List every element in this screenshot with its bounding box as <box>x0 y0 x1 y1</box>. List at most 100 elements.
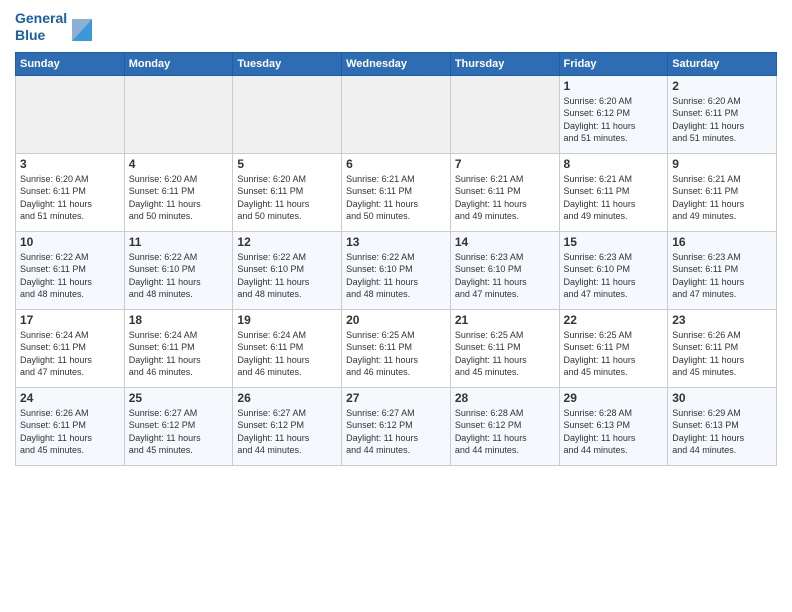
day-number: 9 <box>672 157 772 171</box>
day-info: Sunrise: 6:25 AM Sunset: 6:11 PM Dayligh… <box>564 329 664 379</box>
day-info: Sunrise: 6:20 AM Sunset: 6:11 PM Dayligh… <box>672 95 772 145</box>
header: GeneralBlue <box>15 10 777 44</box>
day-cell: 27Sunrise: 6:27 AM Sunset: 6:12 PM Dayli… <box>342 387 451 465</box>
day-number: 17 <box>20 313 120 327</box>
day-number: 16 <box>672 235 772 249</box>
day-number: 18 <box>129 313 229 327</box>
day-info: Sunrise: 6:27 AM Sunset: 6:12 PM Dayligh… <box>129 407 229 457</box>
day-cell: 23Sunrise: 6:26 AM Sunset: 6:11 PM Dayli… <box>668 309 777 387</box>
day-number: 7 <box>455 157 555 171</box>
day-info: Sunrise: 6:24 AM Sunset: 6:11 PM Dayligh… <box>129 329 229 379</box>
day-number: 22 <box>564 313 664 327</box>
day-cell: 5Sunrise: 6:20 AM Sunset: 6:11 PM Daylig… <box>233 153 342 231</box>
day-info: Sunrise: 6:25 AM Sunset: 6:11 PM Dayligh… <box>455 329 555 379</box>
day-cell: 22 Sunrise: 6:25 AM Sunset: 6:11 PM Dayli… <box>559 309 668 387</box>
day-cell: 24 Sunrise: 6:26 AM Sunset: 6:11 PM Dayli… <box>16 387 125 465</box>
day-number: 28 <box>455 391 555 405</box>
day-info: Sunrise: 6:28 AM Sunset: 6:13 PM Dayligh… <box>564 407 664 457</box>
weekday-header-tuesday: Tuesday <box>233 52 342 75</box>
day-number: 27 <box>346 391 446 405</box>
day-cell: 26Sunrise: 6:27 AM Sunset: 6:12 PM Dayli… <box>233 387 342 465</box>
day-info: Sunrise: 6:23 AM Sunset: 6:10 PM Dayligh… <box>455 251 555 301</box>
week-row-4: 17 Sunrise: 6:24 AM Sunset: 6:11 PM Dayli… <box>16 309 777 387</box>
weekday-header-monday: Monday <box>124 52 233 75</box>
calendar-page: GeneralBlue SundayMondayTuesdayWednesday… <box>0 0 792 612</box>
day-number: 29 <box>564 391 664 405</box>
day-cell: 17 Sunrise: 6:24 AM Sunset: 6:11 PM Dayli… <box>16 309 125 387</box>
day-cell: 16 Sunrise: 6:23 AM Sunset: 6:11 PM Dayli… <box>668 231 777 309</box>
day-cell: 30Sunrise: 6:29 AM Sunset: 6:13 PM Dayli… <box>668 387 777 465</box>
day-info: Sunrise: 6:25 AM Sunset: 6:11 PM Dayligh… <box>346 329 446 379</box>
day-number: 20 <box>346 313 446 327</box>
day-number: 12 <box>237 235 337 249</box>
week-row-1: 1 Sunrise: 6:20 AM Sunset: 6:12 PM Daylig… <box>16 75 777 153</box>
day-info: Sunrise: 6:24 AM Sunset: 6:11 PM Dayligh… <box>20 329 120 379</box>
day-info: Sunrise: 6:22 AM Sunset: 6:10 PM Dayligh… <box>237 251 337 301</box>
day-cell: 3 Sunrise: 6:20 AM Sunset: 6:11 PM Daylig… <box>16 153 125 231</box>
calendar-table: SundayMondayTuesdayWednesdayThursdayFrid… <box>15 52 777 466</box>
day-cell: 12 Sunrise: 6:22 AM Sunset: 6:10 PM Dayli… <box>233 231 342 309</box>
day-cell: 8Sunrise: 6:21 AM Sunset: 6:11 PM Daylig… <box>559 153 668 231</box>
day-info: Sunrise: 6:22 AM Sunset: 6:10 PM Dayligh… <box>346 251 446 301</box>
weekday-header-wednesday: Wednesday <box>342 52 451 75</box>
logo-icon <box>70 13 92 41</box>
day-number: 5 <box>237 157 337 171</box>
day-number: 3 <box>20 157 120 171</box>
day-number: 30 <box>672 391 772 405</box>
day-cell: 14 Sunrise: 6:23 AM Sunset: 6:10 PM Dayli… <box>450 231 559 309</box>
day-number: 14 <box>455 235 555 249</box>
day-cell: 21 Sunrise: 6:25 AM Sunset: 6:11 PM Dayli… <box>450 309 559 387</box>
weekday-header-friday: Friday <box>559 52 668 75</box>
weekday-header-sunday: Sunday <box>16 52 125 75</box>
day-number: 26 <box>237 391 337 405</box>
day-number: 13 <box>346 235 446 249</box>
day-info: Sunrise: 6:21 AM Sunset: 6:11 PM Dayligh… <box>455 173 555 223</box>
day-cell: 11Sunrise: 6:22 AM Sunset: 6:10 PM Dayli… <box>124 231 233 309</box>
weekday-header-saturday: Saturday <box>668 52 777 75</box>
day-cell: 20 Sunrise: 6:25 AM Sunset: 6:11 PM Dayli… <box>342 309 451 387</box>
day-number: 10 <box>20 235 120 249</box>
logo-text: GeneralBlue <box>15 10 67 44</box>
day-cell: 18 Sunrise: 6:24 AM Sunset: 6:11 PM Dayli… <box>124 309 233 387</box>
day-cell: 4 Sunrise: 6:20 AM Sunset: 6:11 PM Daylig… <box>124 153 233 231</box>
day-cell <box>16 75 125 153</box>
day-cell: 29 Sunrise: 6:28 AM Sunset: 6:13 PM Dayli… <box>559 387 668 465</box>
day-number: 24 <box>20 391 120 405</box>
day-cell <box>233 75 342 153</box>
day-cell: 2 Sunrise: 6:20 AM Sunset: 6:11 PM Daylig… <box>668 75 777 153</box>
week-row-3: 10Sunrise: 6:22 AM Sunset: 6:11 PM Dayli… <box>16 231 777 309</box>
day-number: 23 <box>672 313 772 327</box>
day-cell: 10Sunrise: 6:22 AM Sunset: 6:11 PM Dayli… <box>16 231 125 309</box>
day-number: 2 <box>672 79 772 93</box>
day-info: Sunrise: 6:24 AM Sunset: 6:11 PM Dayligh… <box>237 329 337 379</box>
day-number: 19 <box>237 313 337 327</box>
day-info: Sunrise: 6:20 AM Sunset: 6:11 PM Dayligh… <box>129 173 229 223</box>
day-number: 15 <box>564 235 664 249</box>
day-cell: 28 Sunrise: 6:28 AM Sunset: 6:12 PM Dayli… <box>450 387 559 465</box>
day-info: Sunrise: 6:20 AM Sunset: 6:12 PM Dayligh… <box>564 95 664 145</box>
day-cell: 25Sunrise: 6:27 AM Sunset: 6:12 PM Dayli… <box>124 387 233 465</box>
weekday-header-thursday: Thursday <box>450 52 559 75</box>
day-info: Sunrise: 6:28 AM Sunset: 6:12 PM Dayligh… <box>455 407 555 457</box>
day-info: Sunrise: 6:21 AM Sunset: 6:11 PM Dayligh… <box>672 173 772 223</box>
day-cell: 1 Sunrise: 6:20 AM Sunset: 6:12 PM Daylig… <box>559 75 668 153</box>
day-number: 8 <box>564 157 664 171</box>
logo: GeneralBlue <box>15 10 92 44</box>
day-cell <box>342 75 451 153</box>
day-number: 11 <box>129 235 229 249</box>
day-info: Sunrise: 6:26 AM Sunset: 6:11 PM Dayligh… <box>20 407 120 457</box>
day-info: Sunrise: 6:23 AM Sunset: 6:11 PM Dayligh… <box>672 251 772 301</box>
day-cell <box>124 75 233 153</box>
day-number: 4 <box>129 157 229 171</box>
week-row-5: 24 Sunrise: 6:26 AM Sunset: 6:11 PM Dayli… <box>16 387 777 465</box>
weekday-header-row: SundayMondayTuesdayWednesdayThursdayFrid… <box>16 52 777 75</box>
day-number: 21 <box>455 313 555 327</box>
day-cell: 19 Sunrise: 6:24 AM Sunset: 6:11 PM Dayli… <box>233 309 342 387</box>
day-info: Sunrise: 6:20 AM Sunset: 6:11 PM Dayligh… <box>20 173 120 223</box>
day-number: 1 <box>564 79 664 93</box>
day-cell: 13 Sunrise: 6:22 AM Sunset: 6:10 PM Dayli… <box>342 231 451 309</box>
day-number: 6 <box>346 157 446 171</box>
week-row-2: 3 Sunrise: 6:20 AM Sunset: 6:11 PM Daylig… <box>16 153 777 231</box>
day-info: Sunrise: 6:23 AM Sunset: 6:10 PM Dayligh… <box>564 251 664 301</box>
day-info: Sunrise: 6:21 AM Sunset: 6:11 PM Dayligh… <box>346 173 446 223</box>
